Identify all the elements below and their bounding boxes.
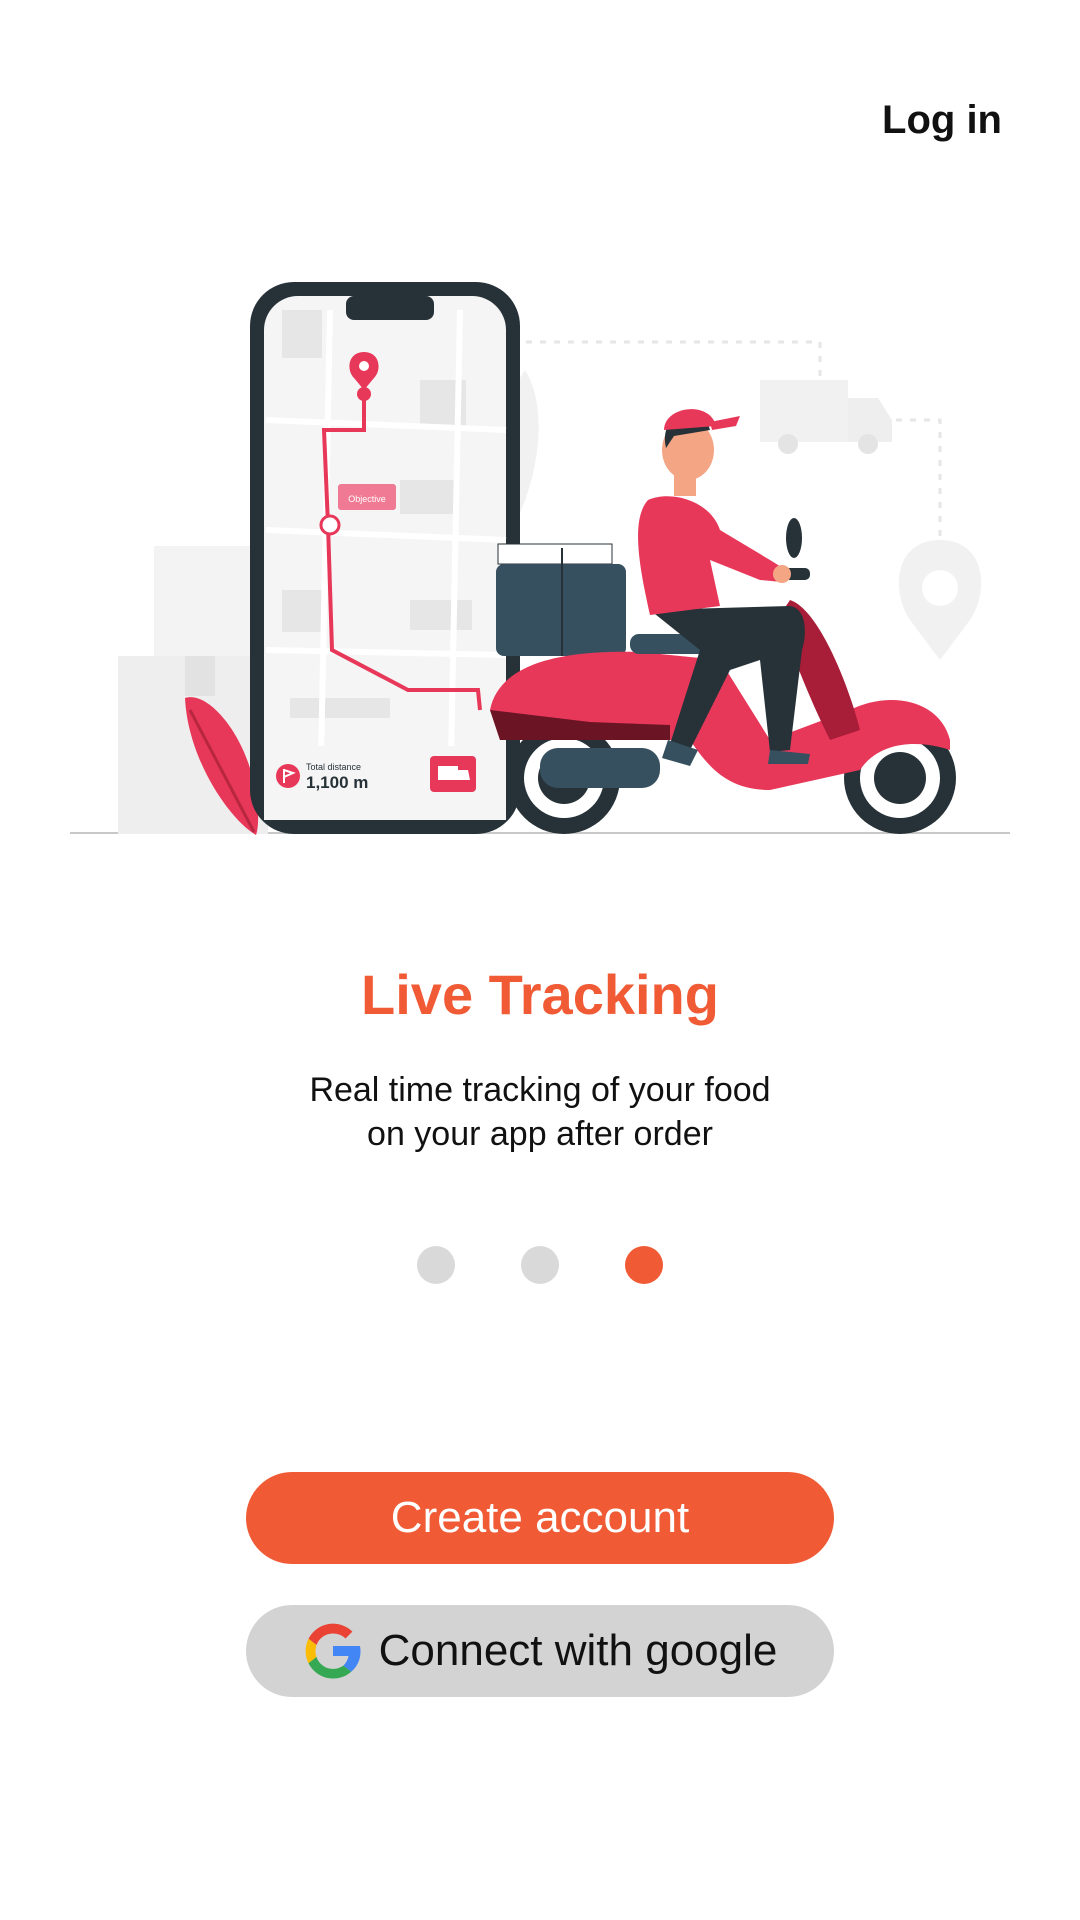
onboarding-subtitle: Real time tracking of your food on your … (0, 1068, 1080, 1156)
page-dot-2[interactable] (521, 1246, 559, 1284)
google-icon (305, 1623, 361, 1679)
delivery-illustration: Objective Total distance 1,100 m (70, 282, 1010, 835)
connect-google-label: Connect with google (378, 1626, 778, 1675)
phone-mockup: Objective Total distance 1,100 m (250, 282, 520, 834)
subtitle-line-1: Real time tracking of your food (309, 1071, 771, 1109)
connect-google-button[interactable]: Connect with google (246, 1605, 834, 1697)
page-indicator (0, 1246, 1080, 1284)
background-pin-icon (898, 540, 982, 660)
flag-icon (276, 764, 300, 788)
distance-label: Total distance (306, 762, 361, 772)
page-dot-3-active[interactable] (625, 1246, 663, 1284)
delivery-truck-icon (430, 756, 476, 792)
subtitle-line-2: on your app after order (367, 1115, 713, 1153)
page-dot-1[interactable] (417, 1246, 455, 1284)
delivery-box (496, 543, 626, 656)
objective-label: Objective (348, 494, 386, 504)
distance-value: 1,100 m (306, 773, 368, 792)
background-truck-icon (760, 380, 892, 454)
login-link[interactable]: Log in (882, 98, 1002, 143)
onboarding-title: Live Tracking (361, 963, 719, 1026)
create-account-button[interactable]: Create account (246, 1472, 834, 1564)
